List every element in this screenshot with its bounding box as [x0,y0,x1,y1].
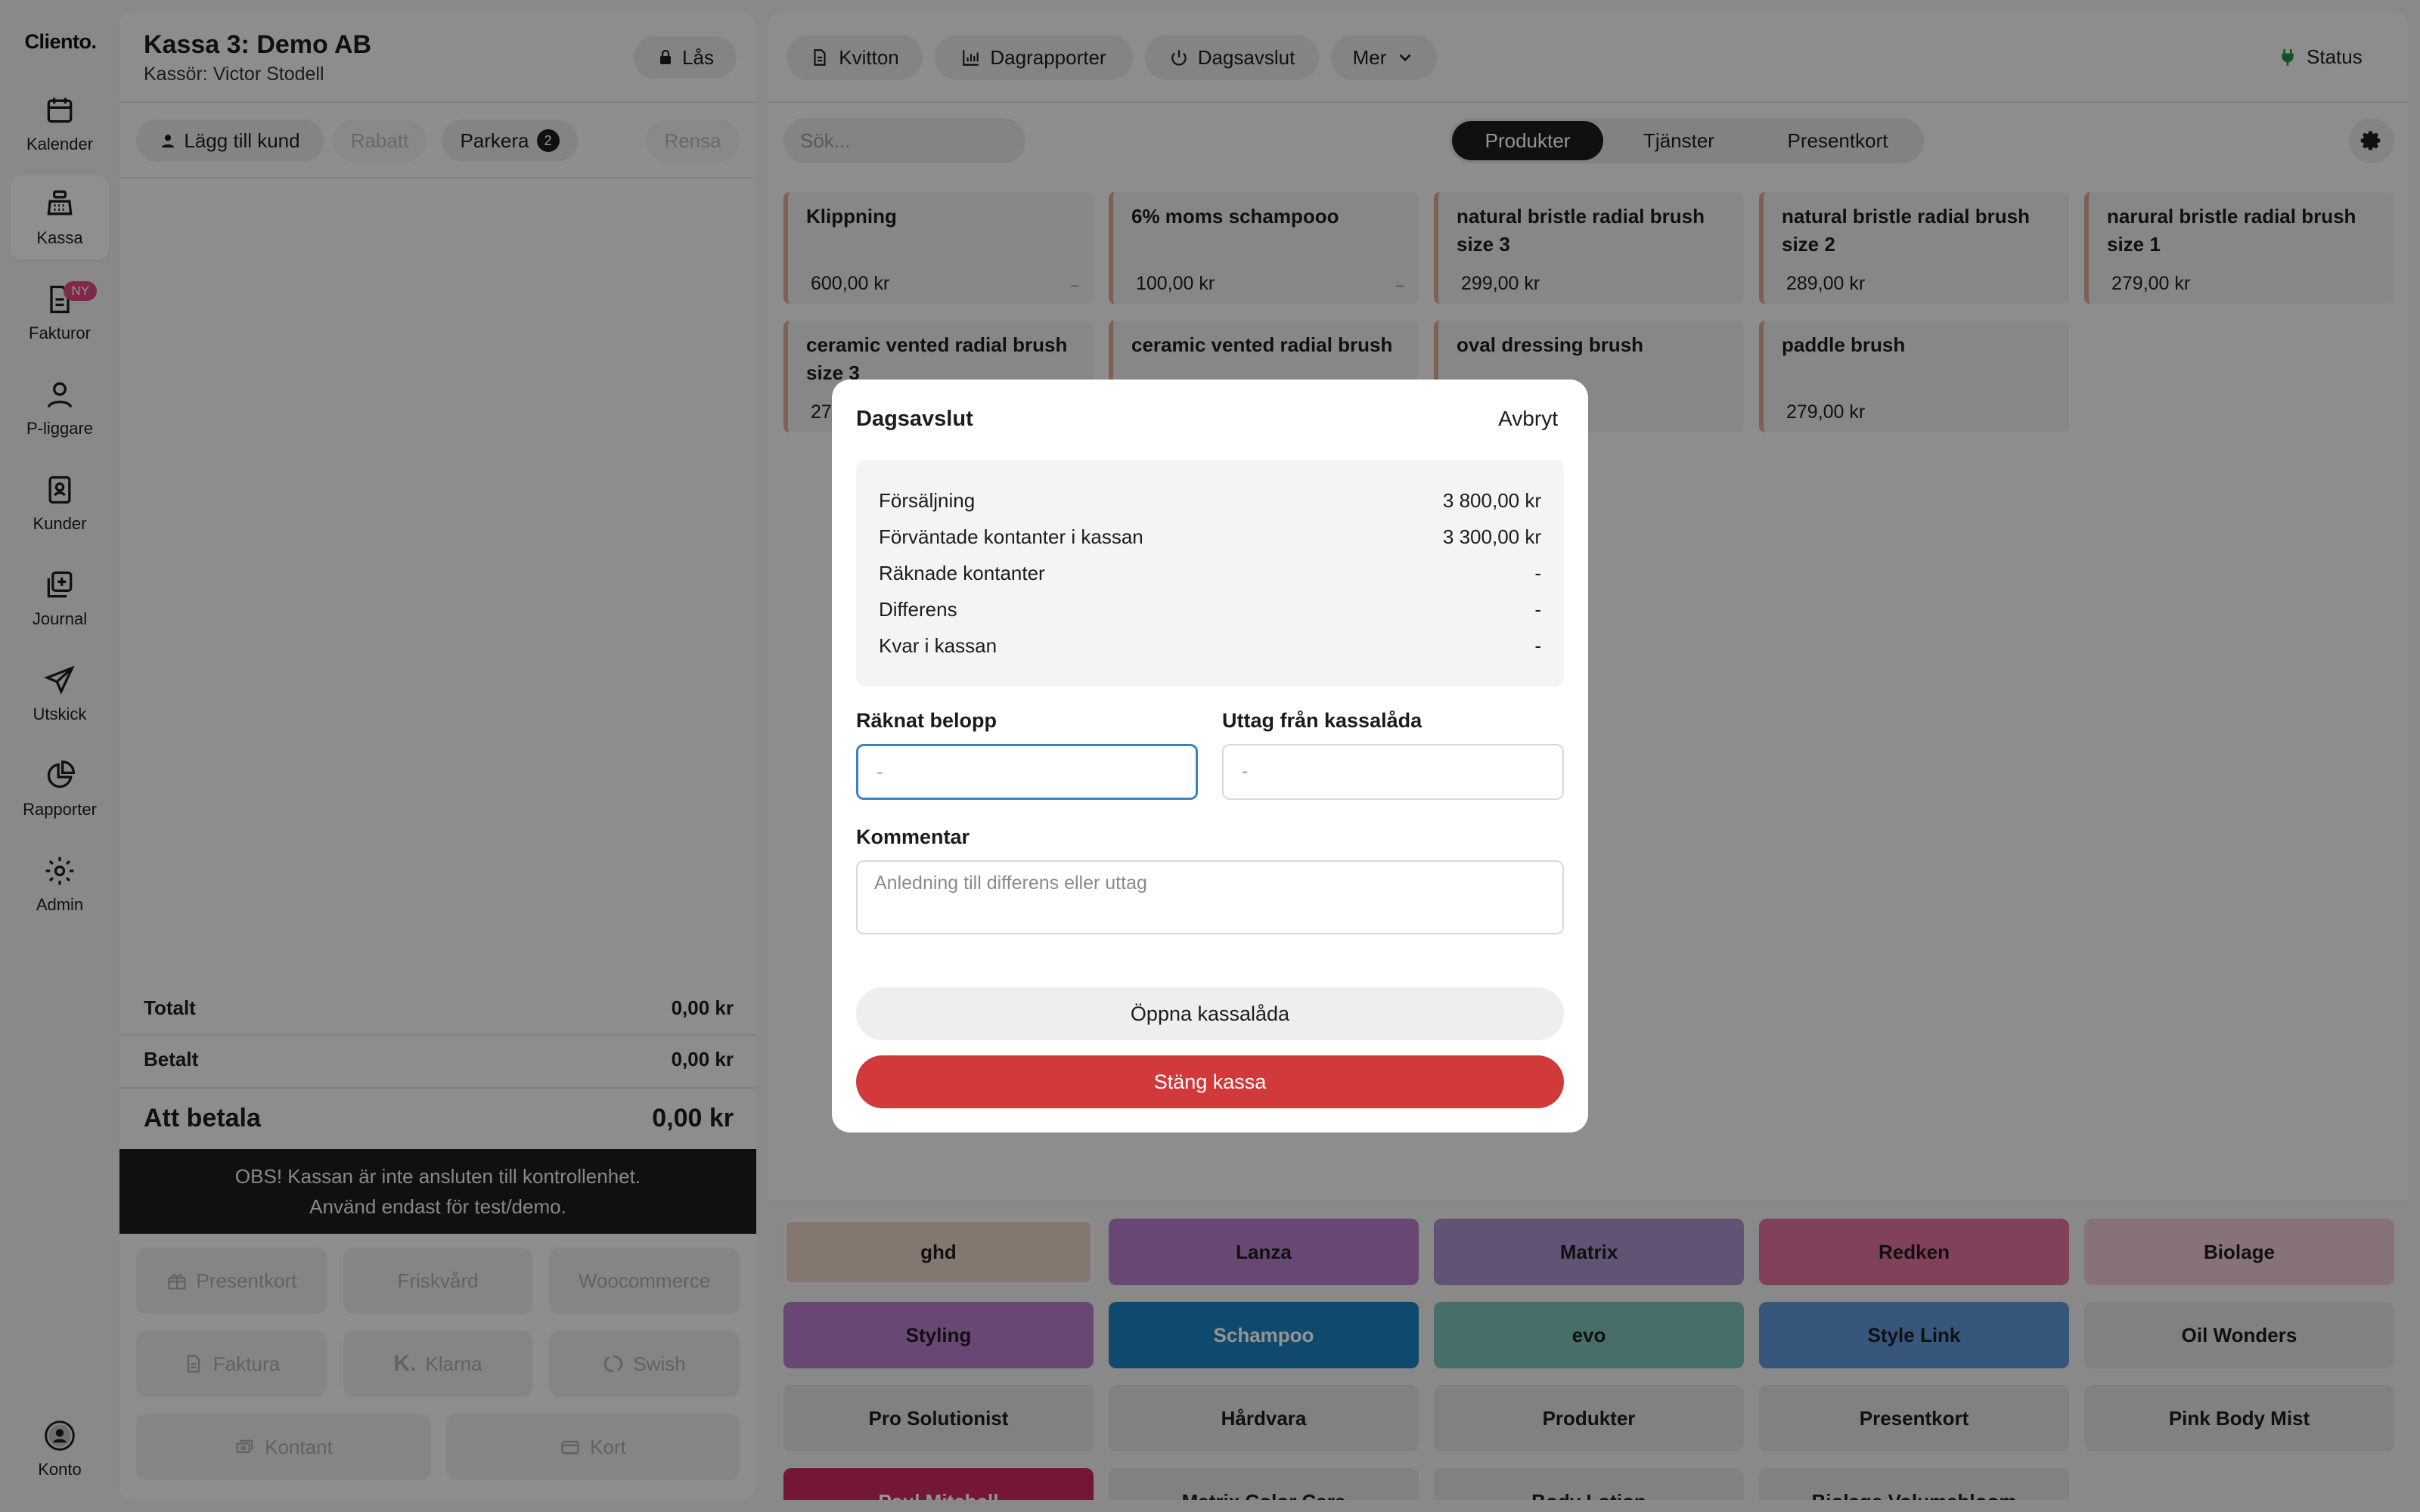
summary-row: Kvar i kassan - [879,631,1541,667]
summary-label: Räknade kontanter [879,562,1045,584]
modal-title: Dagsavslut [856,407,973,431]
summary-row: Differens - [879,594,1541,631]
counted-amount-input[interactable]: - [856,744,1198,800]
close-register-button[interactable]: Stäng kassa [856,1055,1564,1108]
summary-label: Förväntade kontanter i kassan [879,525,1143,548]
summary-value: - [1534,562,1541,584]
comment-label: Kommentar [856,826,970,848]
summary-box: Försäljning 3 800,00 kr Förväntade kontan… [856,460,1564,686]
withdraw-input[interactable]: - [1222,744,1564,800]
withdraw-label: Uttag från kassalåda [1222,709,1423,732]
summary-value: 3 800,00 kr [1442,489,1541,512]
summary-row: Förväntade kontanter i kassan 3 300,00 kr [879,522,1541,558]
summary-row: Räknade kontanter - [879,558,1541,594]
day-close-modal: Dagsavslut Avbryt Försäljning 3 800,00 kr… [832,380,1588,1132]
summary-value: - [1534,598,1541,621]
cancel-button[interactable]: Avbryt [1498,407,1558,431]
summary-row: Försäljning 3 800,00 kr [879,485,1541,522]
open-drawer-button[interactable]: Öppna kassalåda [856,987,1564,1040]
counted-amount-label: Räknat belopp [856,709,997,732]
comment-textarea[interactable]: Anledning till differens eller uttag [856,860,1564,934]
summary-value: 3 300,00 kr [1442,525,1541,548]
summary-label: Differens [879,598,957,621]
summary-label: Försäljning [879,489,976,512]
summary-label: Kvar i kassan [879,634,997,657]
summary-value: - [1534,634,1541,657]
